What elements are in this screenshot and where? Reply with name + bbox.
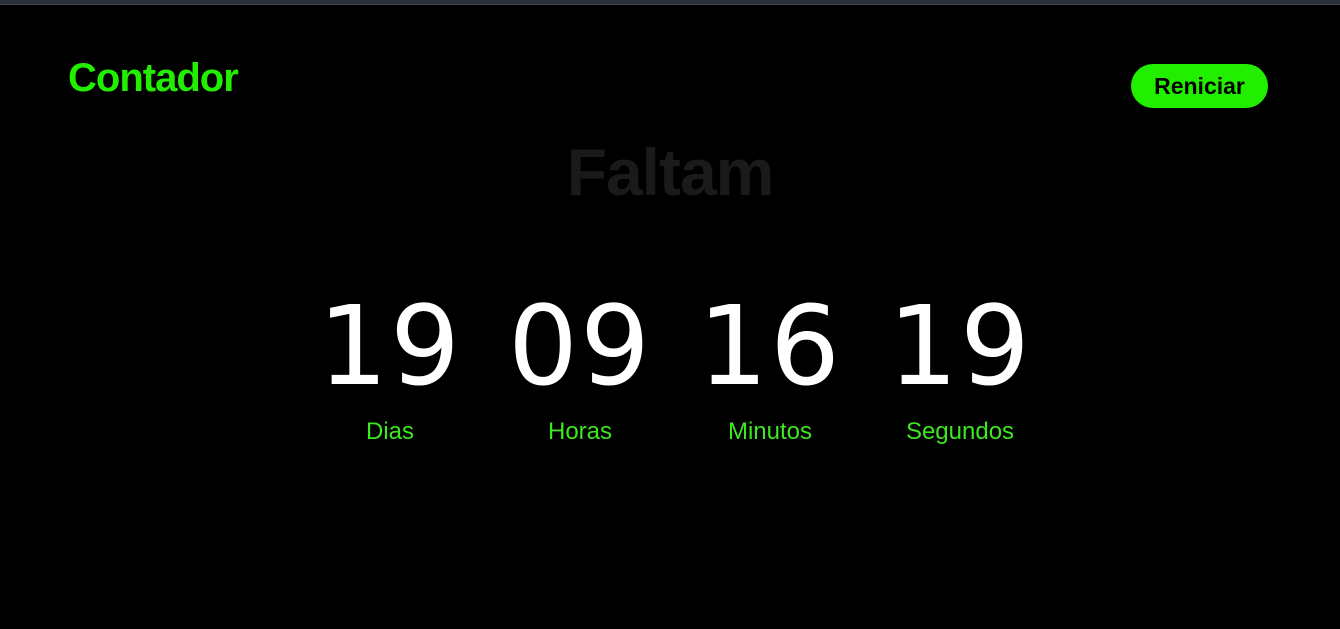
countdown-unit-seconds: 19 Segundos [865,290,1055,446]
days-label: Dias [365,418,414,445]
days-value: 19 [318,282,462,410]
hours-label: Horas [547,418,613,445]
seconds-label: Segundos [905,418,1015,445]
hours-value: 09 [508,282,652,410]
restart-button[interactable]: Reniciar [1131,64,1268,108]
countdown-unit-hours: 09 Horas [485,290,675,446]
minutes-label: Minutos [727,418,813,445]
countdown: 19 Dias 09 Horas 16 Minutos 19 Segundos [295,290,1055,446]
countdown-heading: Faltam [566,135,775,209]
app-title: Contador [68,56,239,100]
window-top-border [0,0,1340,5]
minutes-value: 16 [698,282,842,410]
seconds-value: 19 [888,282,1032,410]
countdown-unit-days: 19 Dias [295,290,485,446]
countdown-unit-minutes: 16 Minutos [675,290,865,446]
